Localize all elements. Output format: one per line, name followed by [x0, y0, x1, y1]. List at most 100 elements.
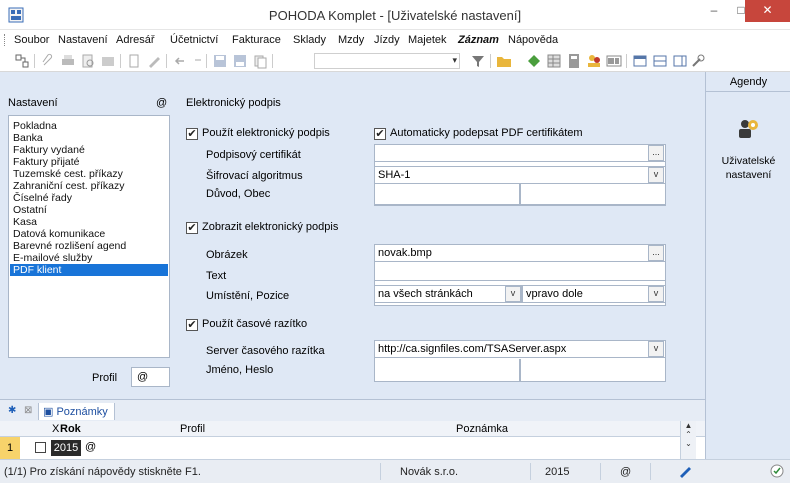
back-arrow-icon[interactable] [172, 53, 188, 69]
profil-label: Profil [92, 372, 118, 384]
algo-select[interactable]: SHA-1 [374, 166, 666, 184]
list-item[interactable]: Banka [10, 132, 168, 144]
chevron-down-icon[interactable]: v [648, 286, 664, 302]
city-field[interactable] [520, 184, 666, 205]
profil-field[interactable]: @ [131, 367, 170, 387]
status-separator [600, 463, 601, 480]
row-year: 2015 [51, 440, 81, 456]
user-settings-icon[interactable] [737, 118, 759, 140]
list-item[interactable]: Datová komunikace [10, 228, 168, 240]
list-item-selected[interactable]: PDF klient [10, 264, 168, 276]
menu-sklady[interactable]: Sklady [293, 34, 326, 46]
save-all-icon[interactable] [232, 53, 248, 69]
text-label: Text [206, 270, 227, 282]
cert-browse-button[interactable]: ... [648, 145, 664, 161]
table-row[interactable]: 1 2015 @ [0, 437, 705, 459]
status-separator [650, 463, 651, 480]
list-item[interactable]: Pokladna [10, 120, 168, 132]
bottom-tab-bar: ✱ ⊠ ▣ Poznámky [0, 399, 705, 421]
list-item[interactable]: Číselné řady [10, 192, 168, 204]
use-signature-checkbox[interactable]: ✔ [186, 128, 198, 140]
password-field[interactable] [520, 359, 666, 382]
reason-field[interactable] [374, 184, 520, 205]
menu-zaznam[interactable]: Záznam [458, 34, 499, 46]
attach-icon[interactable] [40, 53, 56, 69]
split-view-icon[interactable] [652, 53, 668, 69]
list-item[interactable]: Kasa [10, 216, 168, 228]
users-icon[interactable] [586, 53, 602, 69]
edit-icon[interactable] [146, 53, 162, 69]
calculator-icon[interactable] [566, 53, 582, 69]
new-document-icon[interactable] [126, 53, 142, 69]
image-field[interactable]: novak.bmp [374, 244, 666, 262]
menu-nastaveni[interactable]: Nastavení [58, 34, 108, 46]
menu-adresar[interactable]: Adresář [116, 34, 155, 46]
ts-server-label: Server časového razítka [206, 345, 325, 357]
print-icon[interactable] [60, 53, 76, 69]
list-item[interactable]: Faktury vydané [10, 144, 168, 156]
use-timestamp-checkbox[interactable]: ✔ [186, 319, 198, 331]
agendy-item-label[interactable]: Uživatelské nastavení [706, 154, 790, 182]
list-item[interactable]: Ostatní [10, 204, 168, 216]
chevron-down-icon[interactable]: v [648, 341, 664, 357]
new-record-icon[interactable]: ✱ [8, 405, 16, 416]
column-poznamka[interactable]: Poznámka [456, 423, 508, 435]
toolbar-combobox[interactable]: ▾ [314, 53, 460, 69]
tools-icon[interactable] [690, 53, 706, 69]
column-profil[interactable]: Profil [180, 423, 205, 435]
menu-mzdy[interactable]: Mzdy [338, 34, 364, 46]
print-preview-icon[interactable] [80, 53, 96, 69]
list-item[interactable]: Zahraniční cest. příkazy [10, 180, 168, 192]
show-signature-checkbox[interactable]: ✔ [186, 222, 198, 234]
chevron-down-icon[interactable] [190, 53, 206, 69]
panel-icon[interactable] [672, 53, 688, 69]
status-ok-icon [770, 464, 784, 478]
list-item[interactable]: Tuzemské cest. příkazy [10, 168, 168, 180]
position-select[interactable]: vpravo dole [522, 285, 666, 303]
list-item[interactable]: E-mailové služby [10, 252, 168, 264]
status-year: 2015 [545, 466, 570, 478]
filter-icon[interactable]: ⊠ [24, 405, 32, 416]
menu-ucetnictvi[interactable]: Účetnictví [170, 34, 218, 46]
window-icon[interactable] [632, 53, 648, 69]
menu-fakturace[interactable]: Fakturace [232, 34, 281, 46]
copy-icon[interactable] [252, 53, 268, 69]
folder-icon[interactable] [496, 53, 512, 69]
status-profile: @ [620, 466, 632, 478]
settings-header: Nastavení [8, 97, 58, 109]
ts-server-select[interactable]: http://ca.signfiles.com/TSAServer.aspx [374, 340, 666, 358]
list-item[interactable]: Faktury přijaté [10, 156, 168, 168]
menu-majetek[interactable]: Majetek [408, 34, 447, 46]
title-bar: POHODA Komplet - [Uživatelské nastavení]… [0, 0, 790, 30]
name-field[interactable] [374, 359, 520, 382]
auto-sign-label: Automaticky podepsat PDF certifikátem [390, 127, 583, 139]
status-separator [530, 463, 531, 480]
menu-jizdy[interactable]: Jízdy [374, 34, 400, 46]
minimize-button[interactable]: – [699, 0, 729, 22]
gem-icon[interactable] [526, 53, 542, 69]
tab-poznamky[interactable]: ▣ Poznámky [38, 403, 115, 420]
menu-napoveda[interactable]: Nápověda [508, 34, 558, 46]
tree-icon[interactable] [14, 53, 30, 69]
image-browse-button[interactable]: ... [648, 245, 664, 261]
list-item[interactable]: Barevné rozlišení agend [10, 240, 168, 252]
cert-field[interactable] [374, 144, 666, 162]
column-rok[interactable]: Rok [60, 423, 81, 435]
export-icon[interactable] [100, 53, 116, 69]
row-checkbox[interactable] [35, 442, 46, 453]
save-icon[interactable] [212, 53, 228, 69]
text-field[interactable] [374, 263, 666, 281]
grid-scrollbar[interactable]: ▲ ⌃ ⌄ [680, 421, 696, 459]
close-button[interactable]: ✕ [745, 0, 790, 22]
filter-icon[interactable] [470, 53, 486, 69]
toolbar-separator [34, 54, 35, 68]
placement-select[interactable]: na všech stránkách [374, 285, 522, 303]
auto-sign-checkbox[interactable]: ✔ [374, 128, 386, 140]
chevron-down-icon[interactable]: v [505, 286, 521, 302]
chevron-down-icon[interactable]: v [648, 167, 664, 183]
use-signature-label: Použít elektronický podpis [202, 127, 330, 139]
table-icon[interactable] [546, 53, 562, 69]
column-x[interactable]: X [52, 423, 59, 435]
menu-soubor[interactable]: Soubor [14, 34, 49, 46]
barcode-icon[interactable] [606, 53, 622, 69]
